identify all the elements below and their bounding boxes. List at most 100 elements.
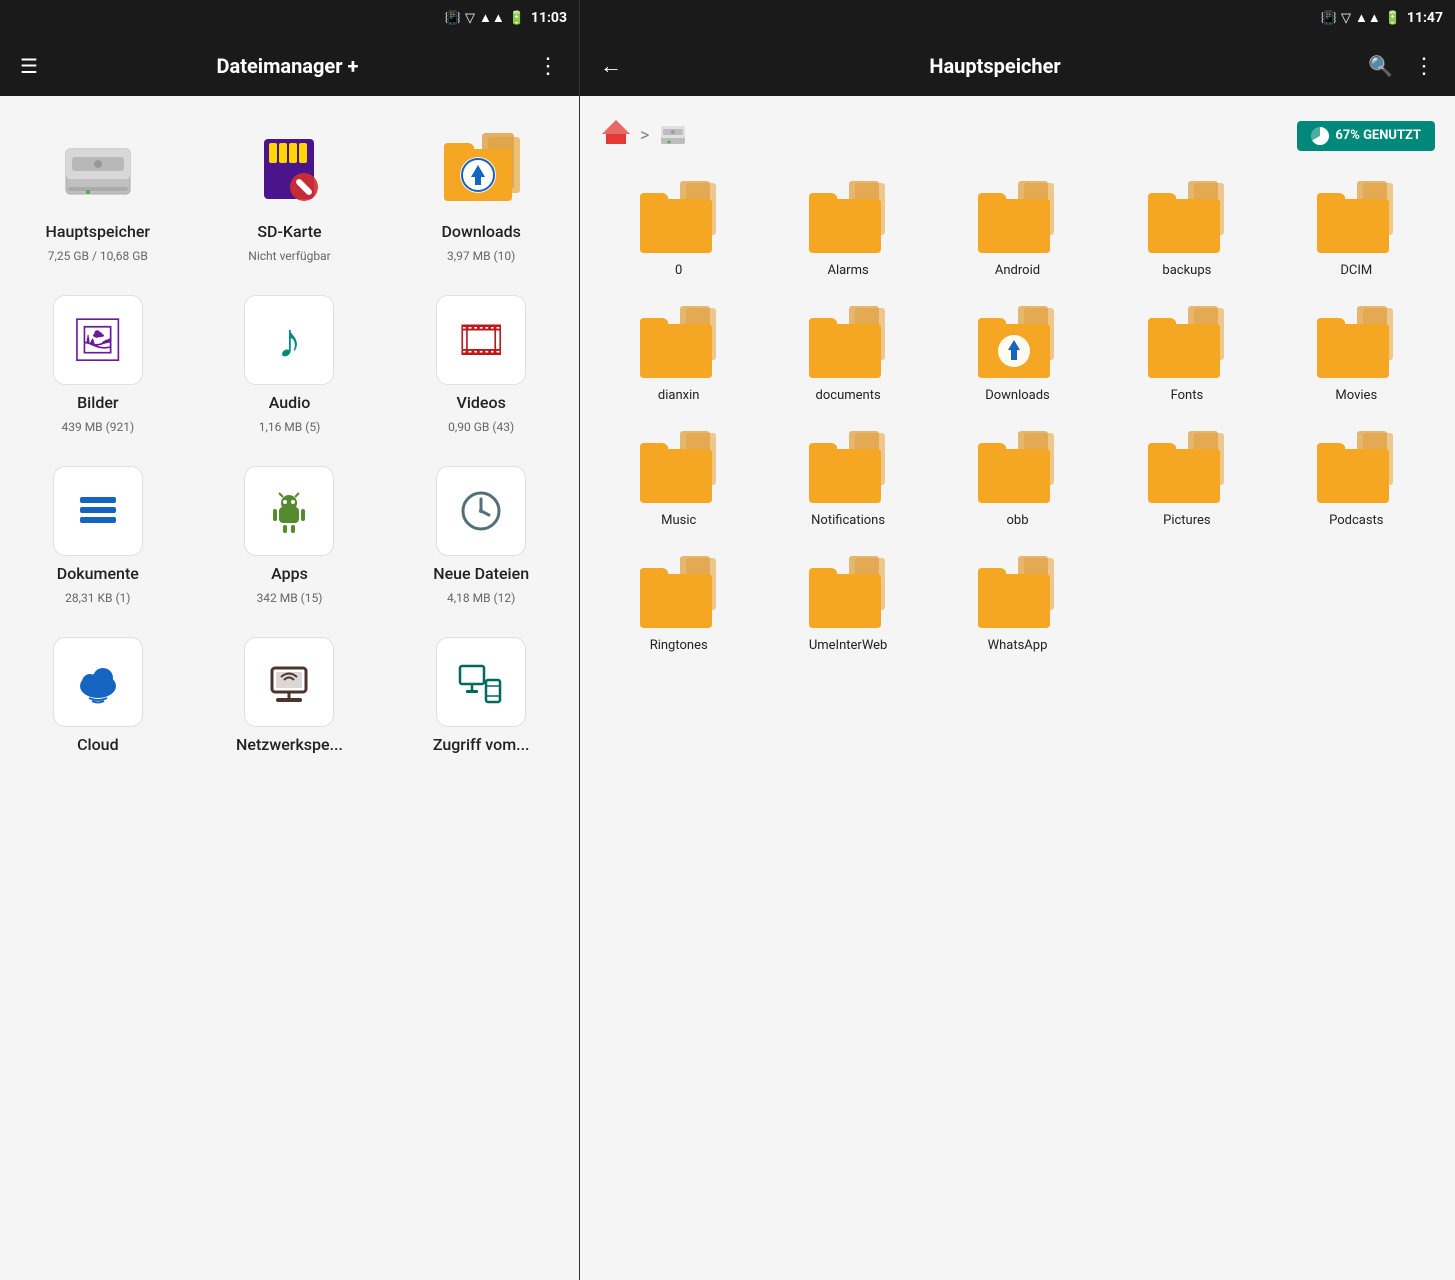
drive-breadcrumb-icon[interactable] bbox=[657, 118, 689, 154]
folder-item-fonts[interactable]: Fonts bbox=[1106, 296, 1267, 413]
more-options-icon[interactable]: ⋮ bbox=[533, 50, 563, 83]
storage-item-downloads[interactable]: Downloads 3,97 MB (10) bbox=[393, 116, 569, 271]
back-icon[interactable]: ← bbox=[596, 49, 626, 83]
category-cloud[interactable]: Cloud bbox=[10, 629, 186, 770]
folder-item-ringtones[interactable]: Ringtones bbox=[598, 546, 759, 663]
videos-icon-box: 🎞 bbox=[436, 295, 526, 385]
dokumente-icon bbox=[76, 489, 120, 533]
folder-name-downloads: Downloads bbox=[985, 388, 1050, 405]
signal-icon-right: ▲▲ bbox=[1355, 10, 1381, 26]
cloud-icon bbox=[73, 660, 123, 704]
folder-item-notifications[interactable]: Notifications bbox=[767, 421, 928, 538]
folder-name-umeinterweb: UmeInterWeb bbox=[809, 638, 888, 655]
folder-icon-ringtones bbox=[634, 554, 724, 632]
folder-name-podcasts: Podcasts bbox=[1329, 513, 1383, 530]
folder-item-0[interactable]: 0 bbox=[598, 171, 759, 288]
folder-item-obb[interactable]: obb bbox=[937, 421, 1098, 538]
neue-clock-icon bbox=[459, 489, 503, 533]
apps-sub: 342 MB (15) bbox=[257, 591, 323, 605]
downloads-folder-svg bbox=[436, 129, 526, 209]
folder-icon-backups bbox=[1142, 179, 1232, 257]
folder-name-music: Music bbox=[661, 513, 696, 530]
right-content: > 67% GENUTZT bbox=[580, 96, 1455, 1280]
right-time: 11:47 bbox=[1407, 10, 1443, 26]
folder-item-downloads[interactable]: Downloads bbox=[937, 296, 1098, 413]
folder-item-whatsapp[interactable]: WhatsApp bbox=[937, 546, 1098, 663]
category-netzwerk[interactable]: Netzwerkspe... bbox=[202, 629, 378, 770]
folder-name-0: 0 bbox=[675, 263, 682, 280]
folder-name-movies: Movies bbox=[1335, 388, 1377, 405]
category-neue-dateien[interactable]: Neue Dateien 4,18 MB (12) bbox=[393, 458, 569, 613]
netzwerk-icon-box bbox=[244, 637, 334, 727]
left-time: 11:03 bbox=[531, 10, 567, 26]
wifi-icon: ▽ bbox=[465, 11, 475, 26]
folder-icon-pictures bbox=[1142, 429, 1232, 507]
folder-item-backups[interactable]: backups bbox=[1106, 171, 1267, 288]
folder-item-music[interactable]: Music bbox=[598, 421, 759, 538]
bilder-sub: 439 MB (921) bbox=[62, 420, 135, 434]
storage-item-hauptspeicher[interactable]: Hauptspeicher 7,25 GB / 10,68 GB bbox=[10, 116, 186, 271]
folder-icon-podcasts bbox=[1311, 429, 1401, 507]
folder-item-umeinterweb[interactable]: UmeInterWeb bbox=[767, 546, 928, 663]
folder-item-movies[interactable]: Movies bbox=[1276, 296, 1437, 413]
usage-badge: 67% GENUTZT bbox=[1297, 121, 1435, 151]
downloads-sub: 3,97 MB (10) bbox=[447, 249, 515, 263]
category-videos[interactable]: 🎞 Videos 0,90 GB (43) bbox=[393, 287, 569, 442]
videos-icon: 🎞 bbox=[454, 316, 507, 365]
folder-name-obb: obb bbox=[1006, 513, 1028, 530]
usage-text: 67% GENUTZT bbox=[1335, 128, 1421, 143]
apps-label: Apps bbox=[271, 564, 308, 583]
folder-icon-movies bbox=[1311, 304, 1401, 382]
right-status-icons: 📳 ▽ ▲▲ 🔋 bbox=[1321, 10, 1401, 26]
folder-item-android[interactable]: Android bbox=[937, 171, 1098, 288]
folder-icon-notifications bbox=[803, 429, 893, 507]
folder-name-notifications: Notifications bbox=[811, 513, 885, 530]
folder-icon-whatsapp bbox=[972, 554, 1062, 632]
vibrate-icon-right: 📳 bbox=[1321, 11, 1337, 26]
neue-label: Neue Dateien bbox=[433, 564, 529, 583]
videos-label: Videos bbox=[457, 393, 506, 412]
folder-icon-fonts bbox=[1142, 304, 1232, 382]
folder-icon-obb bbox=[972, 429, 1062, 507]
left-content-grid: Hauptspeicher 7,25 GB / 10,68 GB SD-Kart… bbox=[0, 96, 579, 1280]
left-toolbar-title: Dateimanager + bbox=[54, 54, 521, 78]
folder-name-whatsapp: WhatsApp bbox=[988, 638, 1048, 655]
folder-item-documents[interactable]: documents bbox=[767, 296, 928, 413]
folder-icon-dianxin bbox=[634, 304, 724, 382]
menu-icon[interactable]: ☰ bbox=[16, 50, 42, 82]
zugriff-icon-box bbox=[436, 637, 526, 727]
usage-progress-circle bbox=[1311, 127, 1329, 145]
category-bilder[interactable]: 🖼 Bilder 439 MB (921) bbox=[10, 287, 186, 442]
folder-name-pictures: Pictures bbox=[1163, 513, 1210, 530]
right-more-options-icon[interactable]: ⋮ bbox=[1409, 50, 1439, 83]
category-dokumente[interactable]: Dokumente 28,31 KB (1) bbox=[10, 458, 186, 613]
folder-item-pictures[interactable]: Pictures bbox=[1106, 421, 1267, 538]
folder-item-alarms[interactable]: Alarms bbox=[767, 171, 928, 288]
audio-sub: 1,16 MB (5) bbox=[259, 420, 321, 434]
folder-icon-music bbox=[634, 429, 724, 507]
category-audio[interactable]: ♪ Audio 1,16 MB (5) bbox=[202, 287, 378, 442]
folder-name-documents: documents bbox=[816, 388, 881, 405]
left-status-icons: 📳 ▽ ▲▲ 🔋 bbox=[445, 10, 525, 26]
folder-item-podcasts[interactable]: Podcasts bbox=[1276, 421, 1437, 538]
right-panel: 📳 ▽ ▲▲ 🔋 11:47 ← Hauptspeicher 🔍 ⋮ > bbox=[580, 0, 1455, 1280]
battery-icon-right: 🔋 bbox=[1385, 11, 1401, 26]
sd-icon bbox=[244, 124, 334, 214]
apps-android-icon bbox=[267, 489, 311, 533]
sd-label: SD-Karte bbox=[257, 222, 321, 241]
hauptspeicher-sub: 7,25 GB / 10,68 GB bbox=[48, 249, 148, 263]
folder-item-dcim[interactable]: DCIM bbox=[1276, 171, 1437, 288]
cloud-label: Cloud bbox=[77, 735, 119, 754]
left-status-bar: 📳 ▽ ▲▲ 🔋 11:03 bbox=[0, 0, 579, 36]
netzwerk-label: Netzwerkspe... bbox=[236, 735, 343, 754]
search-icon[interactable]: 🔍 bbox=[1364, 50, 1397, 82]
right-status-bar: 📳 ▽ ▲▲ 🔋 11:47 bbox=[580, 0, 1455, 36]
signal-icon: ▲▲ bbox=[479, 10, 505, 26]
category-zugriff[interactable]: Zugriff vom... bbox=[393, 629, 569, 770]
home-breadcrumb-icon[interactable] bbox=[600, 116, 632, 155]
folder-item-dianxin[interactable]: dianxin bbox=[598, 296, 759, 413]
storage-item-sd[interactable]: SD-Karte Nicht verfügbar bbox=[202, 116, 378, 271]
folder-icon-0 bbox=[634, 179, 724, 257]
category-apps[interactable]: Apps 342 MB (15) bbox=[202, 458, 378, 613]
zugriff-label: Zugriff vom... bbox=[433, 735, 530, 754]
